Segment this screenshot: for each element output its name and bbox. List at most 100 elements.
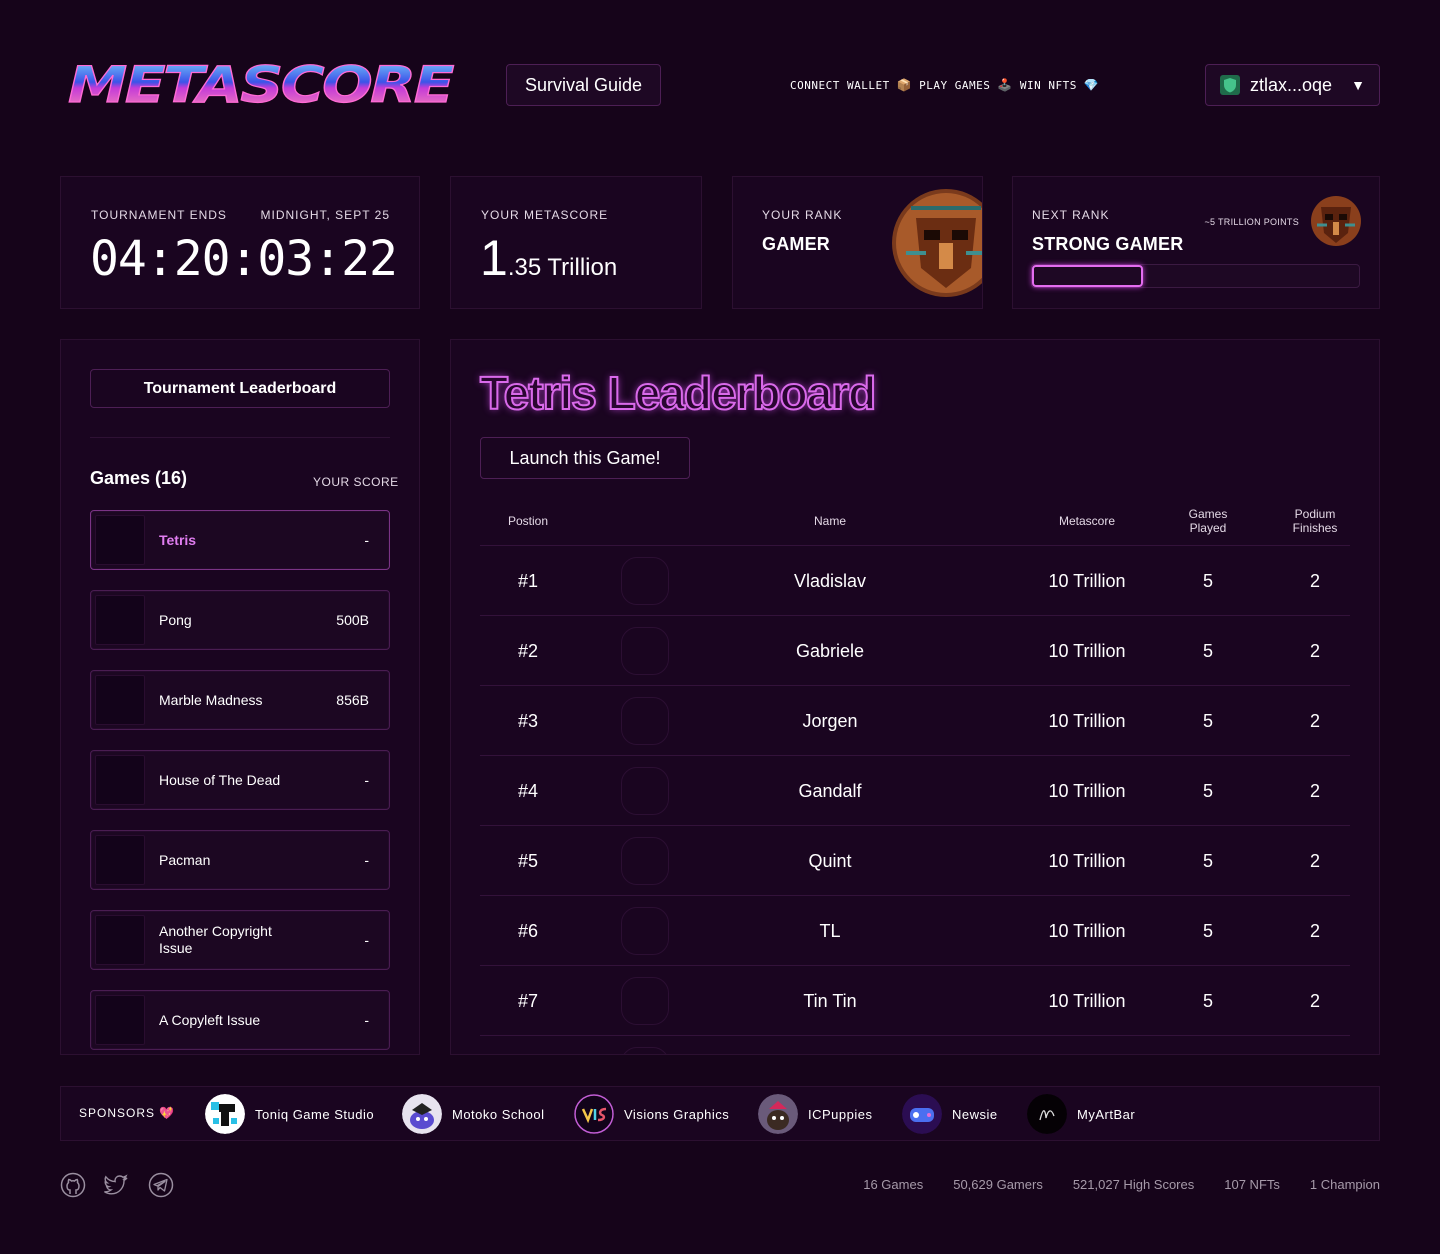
row-metascore: 10 Trillion	[1048, 850, 1126, 871]
row-podium-finishes: 2	[1309, 920, 1320, 941]
table-row[interactable]: #3 Jorgen 10 Trillion 5 2	[480, 685, 1350, 755]
metascore-label: YOUR METASCORE	[481, 208, 609, 222]
game-score: -	[364, 532, 369, 548]
box-icon: 📦	[896, 78, 913, 92]
rank-card: YOUR RANK GAMER	[732, 176, 983, 309]
next-rank-points: ~5 TRILLION POINTS	[1204, 217, 1299, 227]
tagline-win: WIN NFTS	[1019, 78, 1077, 92]
metascore-logo[interactable]: METASCORE	[64, 58, 456, 114]
row-games-played: 5	[1202, 710, 1213, 731]
github-icon[interactable]	[60, 1172, 86, 1198]
game-item[interactable]: Pong 500B	[90, 590, 390, 650]
table-row[interactable]: #4 Gandalf 10 Trillion 5 2	[480, 755, 1350, 825]
game-name: Tetris	[159, 531, 197, 548]
row-position: #6	[517, 920, 539, 941]
column-metascore[interactable]: Metascore	[1032, 514, 1142, 528]
column-position[interactable]: Postion	[480, 514, 576, 528]
avatar	[621, 767, 669, 815]
survival-guide-button[interactable]: Survival Guide	[506, 64, 661, 106]
row-name: Vladislav	[793, 570, 867, 591]
sponsor-motoko[interactable]: Motoko School	[402, 1093, 545, 1135]
stat-champion: 1 Champion	[1309, 1177, 1380, 1192]
leaderboard-title: Tetris Leaderboard	[479, 366, 877, 420]
row-position: #5	[517, 850, 539, 871]
game-thumbnail	[95, 595, 145, 645]
sponsor-myartbar[interactable]: MyArtBar	[1027, 1093, 1135, 1135]
row-games-played: 5	[1202, 640, 1213, 661]
telegram-icon[interactable]	[148, 1172, 174, 1198]
row-position: #3	[517, 710, 539, 731]
sponsor-newsie[interactable]: Newsie	[902, 1093, 998, 1135]
next-rank-label: NEXT RANK	[1032, 208, 1110, 222]
game-score: 856B	[336, 692, 369, 708]
newsie-logo-icon	[902, 1094, 942, 1134]
row-position: #7	[517, 990, 539, 1011]
sponsor-name: Toniq Game Studio	[255, 1106, 375, 1122]
sponsor-name: Motoko School	[452, 1106, 545, 1122]
sponsor-name: Visions Graphics	[624, 1106, 730, 1122]
row-metascore: 10 Trillion	[1048, 780, 1126, 801]
avatar	[621, 837, 669, 885]
game-item[interactable]: House of The Dead -	[90, 750, 390, 810]
tournament-ends-label: TOURNAMENT ENDS	[91, 208, 227, 222]
avatar	[621, 697, 669, 745]
row-position: #4	[517, 780, 539, 801]
row-position: #2	[517, 640, 539, 661]
row-games-played: 5	[1202, 780, 1213, 801]
launch-game-button[interactable]: Launch this Game!	[480, 437, 690, 479]
table-row[interactable]: #5 Quint 10 Trillion 5 2	[480, 825, 1350, 895]
table-row[interactable]: #7 Tin Tin 10 Trillion 5 2	[480, 965, 1350, 1035]
game-name: A Copyleft Issue	[159, 1011, 261, 1028]
row-name: TL	[819, 920, 841, 941]
sponsor-icpuppies[interactable]: ICPuppies	[758, 1093, 872, 1135]
countdown-timer: 04:20:03:22	[90, 231, 398, 287]
game-name: House of The Dead	[159, 771, 281, 788]
game-item[interactable]: Tetris -	[90, 510, 390, 570]
row-position: #1	[517, 570, 539, 591]
row-name: Jorgen	[802, 710, 858, 731]
wallet-button[interactable]: ztlax...oqe ▼	[1205, 64, 1380, 106]
game-item[interactable]: Another Copyright Issue -	[90, 910, 390, 970]
wallet-shield-icon	[1220, 75, 1240, 95]
joystick-icon: 🕹️	[997, 78, 1013, 92]
stat-high-scores: 521,027 High Scores	[1072, 1177, 1195, 1192]
column-games-played[interactable]: Games Played	[1178, 507, 1238, 535]
sponsor-toniq[interactable]: Toniq Game Studio	[205, 1093, 374, 1135]
row-metascore: 10 Trillion	[1048, 570, 1126, 591]
toniq-logo-icon	[205, 1094, 245, 1134]
game-item[interactable]: Pacman -	[90, 830, 390, 890]
game-score: -	[364, 932, 369, 948]
row-podium-finishes: 2	[1309, 640, 1320, 661]
game-thumbnail	[95, 915, 145, 965]
twitter-icon[interactable]	[104, 1172, 130, 1198]
row-games-played: 5	[1202, 850, 1213, 871]
row-games-played: 5	[1202, 920, 1213, 941]
tournament-leaderboard-button[interactable]: Tournament Leaderboard	[90, 369, 390, 408]
column-name[interactable]: Name	[770, 514, 890, 528]
your-score-header: YOUR SCORE	[313, 475, 399, 489]
avatar	[621, 557, 669, 605]
table-row[interactable]: #1 Vladislav 10 Trillion 5 2	[480, 545, 1350, 615]
row-podium-finishes: 2	[1309, 850, 1320, 871]
next-rank-progress	[1031, 264, 1360, 288]
sponsors-label: SPONSORS 💖	[79, 1106, 176, 1120]
game-item[interactable]: A Copyleft Issue -	[90, 990, 390, 1050]
sponsor-name: ICPuppies	[808, 1106, 873, 1122]
game-name: Pacman	[159, 851, 211, 868]
row-podium-finishes: 2	[1309, 710, 1320, 731]
myartbar-logo-icon	[1027, 1094, 1067, 1134]
game-item[interactable]: Marble Madness 856B	[90, 670, 390, 730]
chevron-down-icon: ▼	[1351, 77, 1365, 93]
column-podium-finishes[interactable]: Podium Finishes	[1280, 507, 1350, 535]
row-name: Tin Tin	[803, 990, 857, 1011]
game-name: Pong	[159, 611, 192, 628]
footer-stats: 16 Games 50,629 Gamers 521,027 High Scor…	[863, 1177, 1380, 1192]
table-row[interactable]: #2 Gabriele 10 Trillion 5 2	[480, 615, 1350, 685]
metascore-integer: 1	[480, 230, 508, 286]
sponsor-visions[interactable]: Visions Graphics	[574, 1093, 729, 1135]
table-row[interactable]: #6 TL 10 Trillion 5 2	[480, 895, 1350, 965]
tagline: CONNECT WALLET 📦 PLAY GAMES 🕹️ WIN NFTS …	[790, 74, 1099, 96]
avatar	[621, 977, 669, 1025]
avatar	[621, 907, 669, 955]
games-title: Games (16)	[90, 468, 188, 488]
